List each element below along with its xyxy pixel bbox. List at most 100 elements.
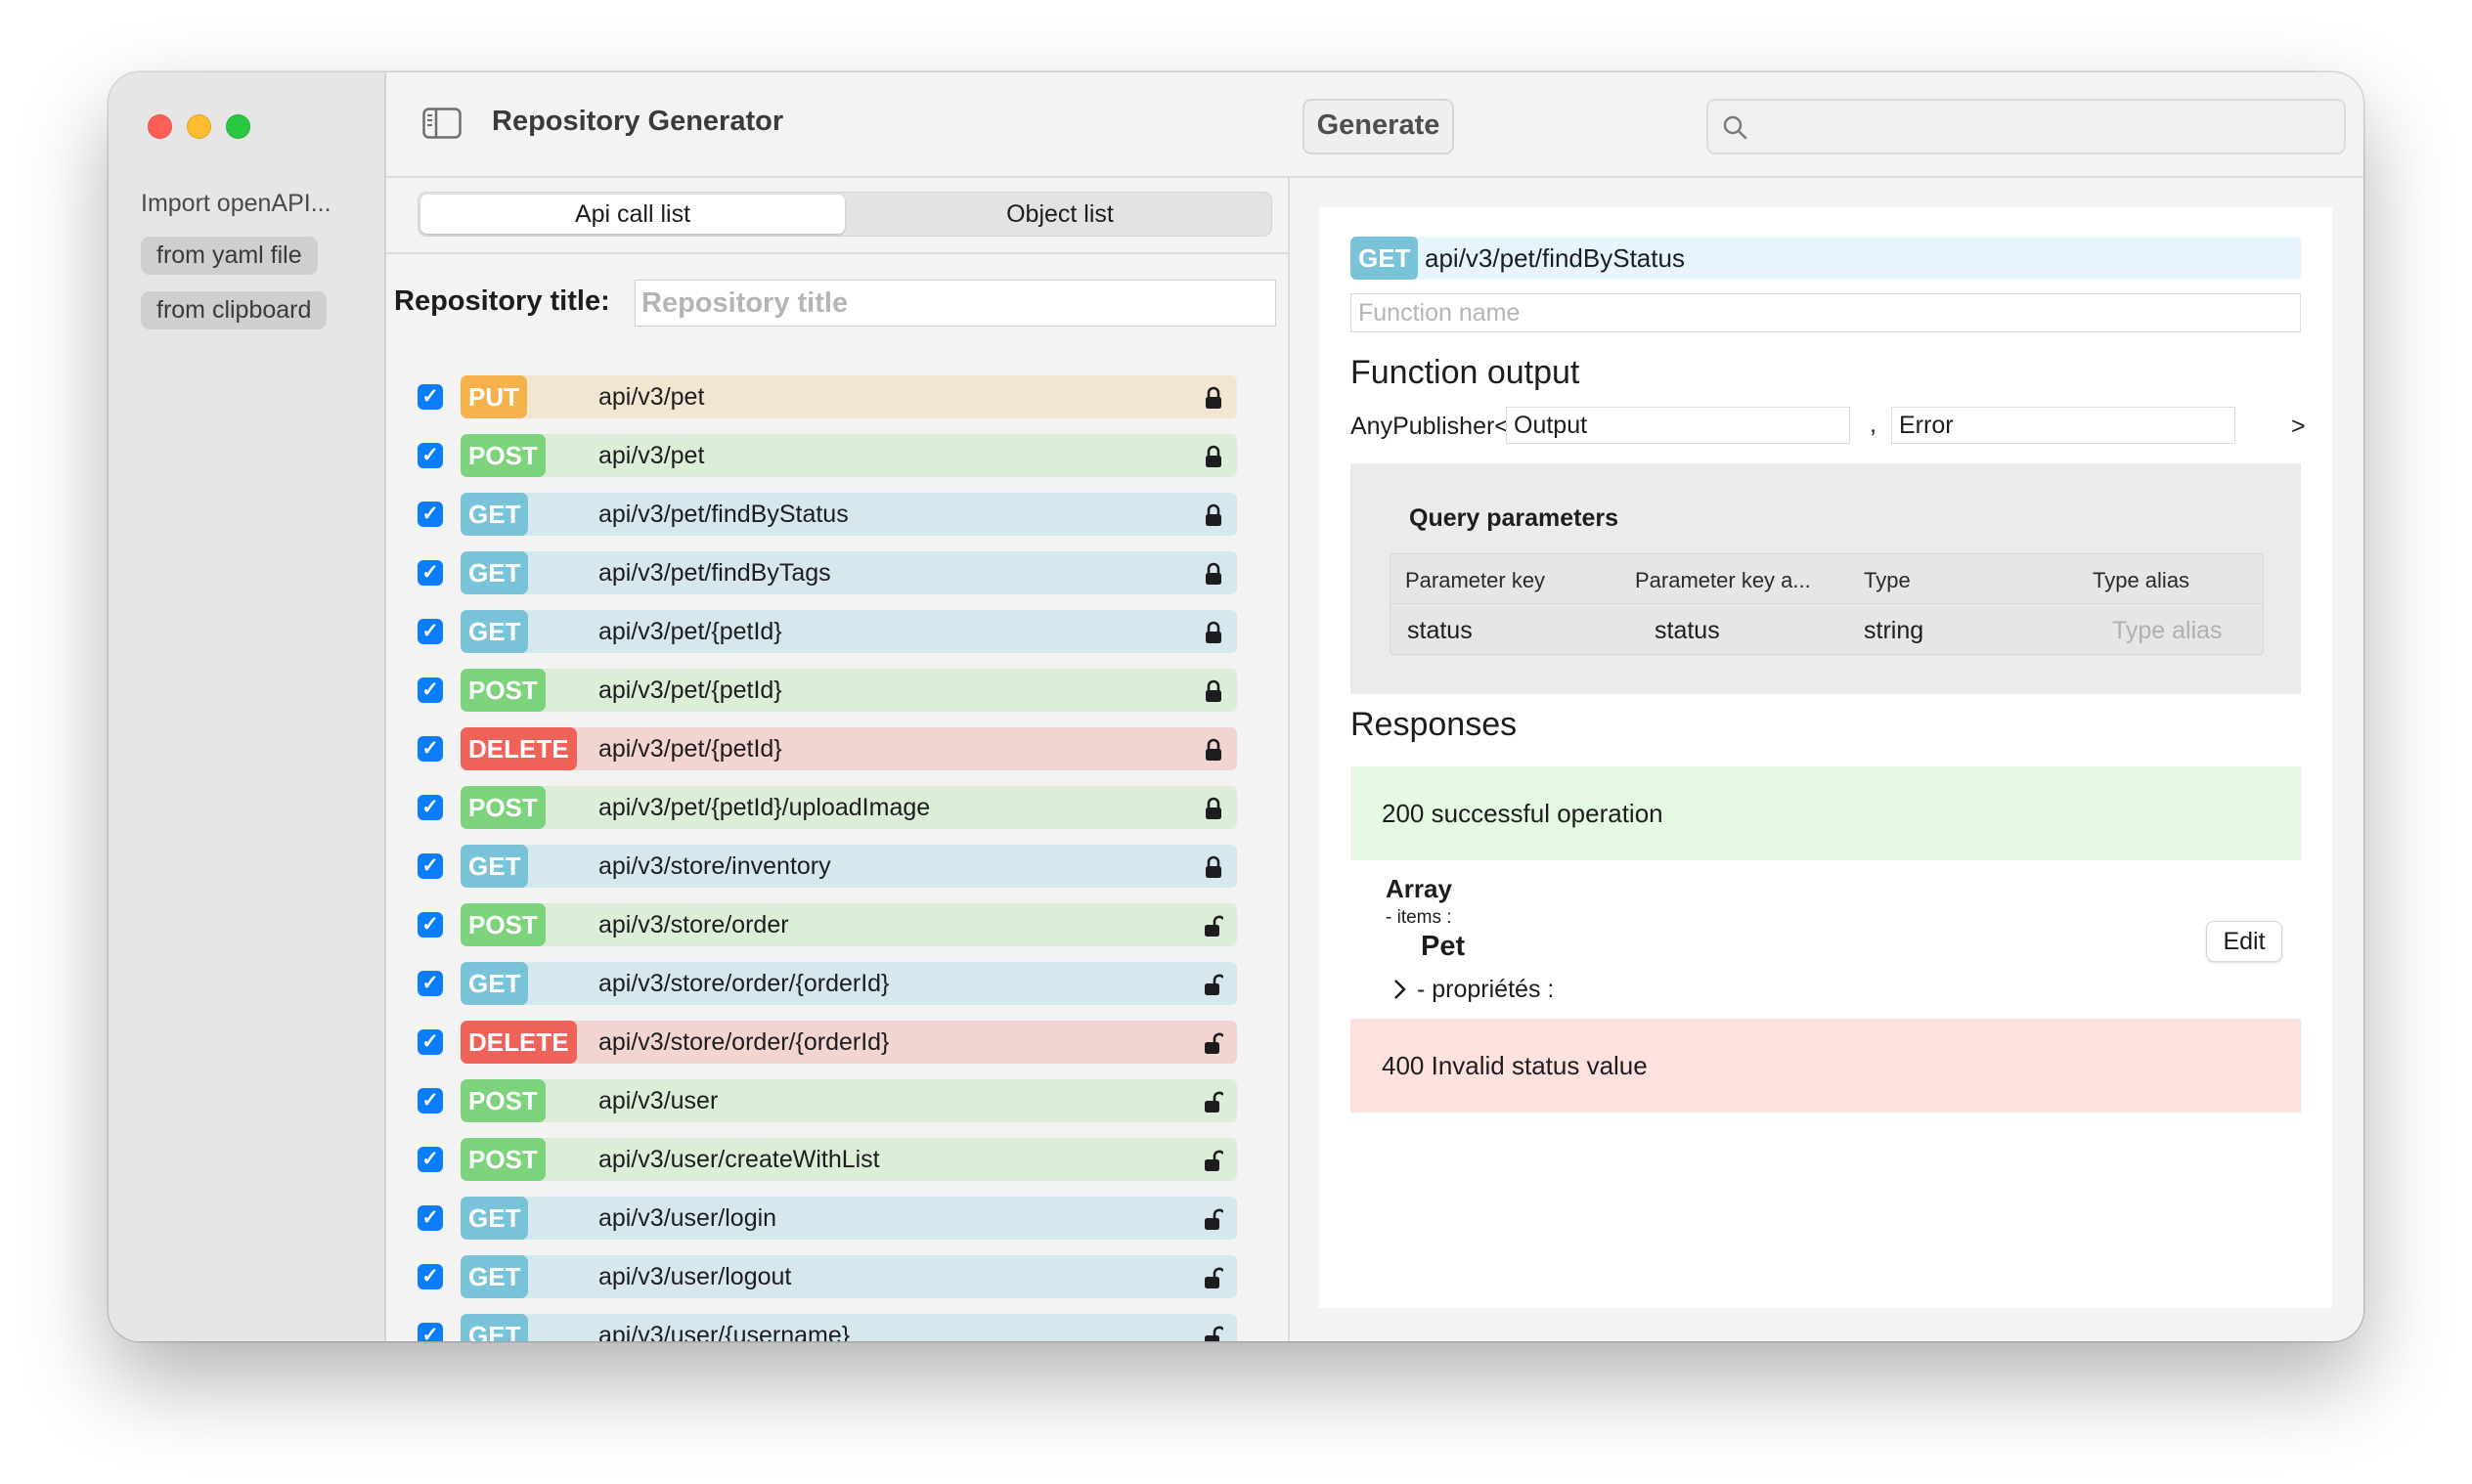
schema-items-label: - items :	[1386, 907, 1452, 928]
generate-button[interactable]: Generate	[1302, 99, 1454, 154]
schema-properties-label[interactable]: - propriétés :	[1417, 976, 1554, 1004]
param-type-cell[interactable]: string	[1864, 617, 1923, 645]
endpoint-row[interactable]: ✓ DELETE api/v3/pet/{petId}	[418, 727, 1268, 770]
close-window-button[interactable]	[148, 114, 172, 139]
endpoint-checkbox[interactable]: ✓	[418, 560, 443, 586]
minimize-window-button[interactable]	[187, 114, 211, 139]
endpoint-checkbox[interactable]: ✓	[418, 912, 443, 938]
endpoint-checkbox[interactable]: ✓	[418, 736, 443, 762]
response-label: 400 Invalid status value	[1382, 1051, 1648, 1080]
endpoint-row[interactable]: ✓ GET api/v3/pet/findByStatus	[418, 493, 1268, 536]
endpoint-checkbox[interactable]: ✓	[418, 853, 443, 879]
endpoint-checkbox[interactable]: ✓	[418, 384, 443, 410]
endpoint-row[interactable]: ✓ POST api/v3/pet/{petId}	[418, 669, 1268, 712]
function-output-heading: Function output	[1350, 354, 1580, 391]
output-type-input[interactable]	[1506, 407, 1850, 444]
endpoint-checkbox[interactable]: ✓	[418, 1029, 443, 1055]
endpoint-row[interactable]: ✓ POST api/v3/store/order	[418, 903, 1268, 946]
lock-open-icon[interactable]	[1204, 1031, 1225, 1055]
response-200[interactable]: 200 successful operation	[1350, 766, 2301, 860]
endpoint-row[interactable]: ✓ GET api/v3/user/{username}	[418, 1314, 1268, 1341]
endpoint-checkbox[interactable]: ✓	[418, 502, 443, 527]
edit-schema-button[interactable]: Edit	[2206, 921, 2282, 962]
endpoint-checkbox[interactable]: ✓	[418, 1088, 443, 1113]
column-header[interactable]: Parameter key a...	[1635, 568, 1811, 593]
lock-open-icon[interactable]	[1204, 1325, 1225, 1341]
schema-object-name: Pet	[1421, 931, 1466, 962]
app-window: Import openAPI... from yaml file from cl…	[109, 72, 2363, 1341]
endpoint-checkbox[interactable]: ✓	[418, 795, 443, 820]
endpoint-path: api/v3/user	[598, 1087, 719, 1114]
endpoint-row[interactable]: ✓ GET api/v3/store/order/{orderId}	[418, 962, 1268, 1005]
endpoint-path: api/v3/pet/findByTags	[598, 559, 831, 587]
zoom-window-button[interactable]	[226, 114, 250, 139]
from-yaml-file-button[interactable]: from yaml file	[141, 237, 318, 275]
column-header[interactable]: Type	[1864, 568, 1911, 593]
endpoint-checkbox[interactable]: ✓	[418, 1205, 443, 1231]
lock-open-icon[interactable]	[1204, 914, 1225, 938]
lock-open-icon[interactable]	[1204, 1207, 1225, 1231]
endpoint-row[interactable]: ✓ GET api/v3/user/login	[418, 1197, 1268, 1240]
method-badge: GET	[461, 1197, 529, 1240]
endpoint-row[interactable]: ✓ PUT api/v3/pet	[418, 375, 1268, 418]
table-header: Parameter key Parameter key a... Type Ty…	[1390, 554, 2263, 604]
endpoint-checkbox[interactable]: ✓	[418, 1147, 443, 1172]
search-field[interactable]	[1706, 99, 2346, 154]
repository-title-label: Repository title:	[394, 285, 610, 317]
lock-closed-icon[interactable]	[1204, 445, 1223, 468]
endpoint-row[interactable]: ✓ GET api/v3/store/inventory	[418, 845, 1268, 888]
response-400[interactable]: 400 Invalid status value	[1350, 1019, 2301, 1113]
sidebar: Import openAPI... from yaml file from cl…	[109, 72, 386, 1341]
type-alias-cell[interactable]: Type alias	[2112, 617, 2223, 645]
tab-api-call-list[interactable]: Api call list	[420, 195, 845, 234]
chevron-right-icon[interactable]	[1391, 978, 1407, 1001]
endpoint-checkbox[interactable]: ✓	[418, 619, 443, 644]
endpoint-checkbox[interactable]: ✓	[418, 443, 443, 468]
endpoint-checkbox[interactable]: ✓	[418, 1323, 443, 1341]
endpoint-row[interactable]: ✓ GET api/v3/pet/findByTags	[418, 551, 1268, 594]
from-clipboard-button[interactable]: from clipboard	[141, 291, 328, 329]
tab-object-list[interactable]: Object list	[849, 193, 1271, 236]
lock-closed-icon[interactable]	[1204, 679, 1223, 703]
endpoint-checkbox[interactable]: ✓	[418, 971, 443, 996]
lock-open-icon[interactable]	[1204, 973, 1225, 996]
lock-open-icon[interactable]	[1204, 1090, 1225, 1113]
endpoint-row[interactable]: ✓ GET api/v3/user/logout	[418, 1255, 1268, 1298]
endpoint-row[interactable]: ✓ POST api/v3/pet	[418, 434, 1268, 477]
lock-open-icon[interactable]	[1204, 1149, 1225, 1172]
column-header[interactable]: Type alias	[2093, 568, 2189, 593]
repository-title-input[interactable]	[635, 280, 1276, 327]
lock-closed-icon[interactable]	[1204, 797, 1223, 820]
import-openapi-title: Import openAPI...	[141, 190, 331, 217]
lock-closed-icon[interactable]	[1204, 386, 1223, 410]
search-icon	[1723, 115, 1747, 140]
param-key-alias-cell[interactable]: status	[1655, 617, 1720, 645]
sidebar-toggle-icon[interactable]	[422, 108, 462, 139]
endpoint-row[interactable]: ✓ GET api/v3/pet/{petId}	[418, 610, 1268, 653]
method-badge: GET	[461, 551, 529, 594]
endpoint-row[interactable]: ✓ POST api/v3/user	[418, 1079, 1268, 1122]
endpoint-checkbox[interactable]: ✓	[418, 1264, 443, 1289]
endpoint-row-background	[461, 434, 1237, 477]
column-header[interactable]: Parameter key	[1405, 568, 1545, 593]
endpoint-checkbox[interactable]: ✓	[418, 677, 443, 703]
lock-closed-icon[interactable]	[1204, 855, 1223, 879]
method-badge: GET	[1350, 237, 1419, 280]
method-badge: GET	[461, 1314, 529, 1341]
lock-closed-icon[interactable]	[1204, 738, 1223, 762]
endpoint-row-background	[461, 845, 1237, 888]
endpoint-row[interactable]: ✓ POST api/v3/user/createWithList	[418, 1138, 1268, 1181]
lock-open-icon[interactable]	[1204, 1266, 1225, 1289]
lock-closed-icon[interactable]	[1204, 621, 1223, 644]
method-badge: POST	[461, 903, 546, 946]
endpoint-row[interactable]: ✓ POST api/v3/pet/{petId}/uploadImage	[418, 786, 1268, 829]
endpoint-row-background	[461, 1197, 1237, 1240]
param-key-cell[interactable]: status	[1407, 617, 1473, 645]
method-badge: GET	[461, 1255, 529, 1298]
error-type-input[interactable]	[1891, 407, 2235, 444]
toolbar: Repository Generator Generate	[386, 72, 2363, 178]
lock-closed-icon[interactable]	[1204, 503, 1223, 527]
lock-closed-icon[interactable]	[1204, 562, 1223, 586]
function-name-input[interactable]	[1350, 293, 2301, 332]
endpoint-row[interactable]: ✓ DELETE api/v3/store/order/{orderId}	[418, 1021, 1268, 1064]
